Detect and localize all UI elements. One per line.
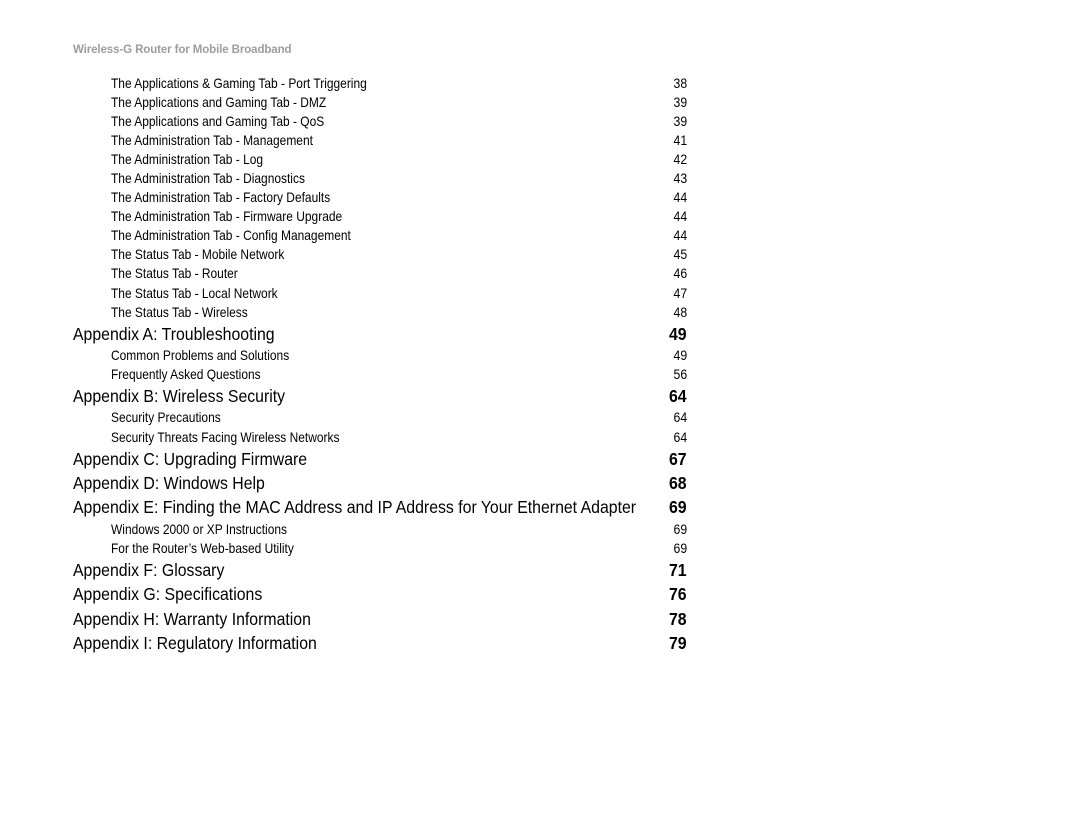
toc-entry-title: The Administration Tab - Firmware Upgrad… — [111, 209, 343, 225]
toc-entry-title: The Status Tab - Local Network — [111, 285, 278, 301]
toc-entry-page-number: 69 — [673, 521, 687, 537]
toc-entry-page-number: 49 — [673, 348, 687, 363]
toc-entry-page-number: 45 — [673, 247, 687, 263]
toc-entry-heading[interactable]: Appendix D: Windows Help 68 — [73, 471, 687, 495]
toc-entry-heading[interactable]: Appendix G: Specifications 76 — [73, 582, 687, 606]
toc-entry-title: Common Problems and Solutions — [111, 348, 290, 363]
toc-entry[interactable]: Security Threats Facing Wireless Network… — [73, 428, 687, 447]
toc-entry-title: Appendix B: Wireless Security — [73, 386, 286, 407]
toc-entry-page-number: 44 — [673, 209, 687, 225]
toc-entry-page-number: 47 — [673, 285, 687, 301]
toc-entry[interactable]: The Status Tab - Wireless 48 — [73, 303, 687, 322]
toc-entry-page-number: 44 — [673, 190, 687, 206]
toc-entry-title: The Administration Tab - Log — [111, 152, 264, 168]
toc-entry-page-number: 79 — [669, 633, 687, 654]
toc-entry-page-number: 69 — [673, 540, 687, 556]
toc-entry-title: The Status Tab - Mobile Network — [111, 247, 285, 263]
toc-entry-page-number: 67 — [669, 448, 687, 469]
toc-entry-page-number: 76 — [669, 584, 687, 605]
toc-entry-title: The Administration Tab - Config Manageme… — [111, 228, 351, 244]
toc-entry-heading[interactable]: Appendix A: Troubleshooting 49 — [73, 322, 687, 346]
toc-entry[interactable]: The Administration Tab - Diagnostics 43 — [73, 169, 687, 188]
toc-entry-heading[interactable]: Appendix H: Warranty Information 78 — [73, 607, 687, 631]
toc-entry-heading[interactable]: Appendix F: Glossary 71 — [73, 558, 687, 582]
toc-entry[interactable]: The Administration Tab - Firmware Upgrad… — [73, 207, 687, 226]
toc-entry-page-number: 48 — [673, 304, 687, 320]
toc-entry-heading[interactable]: Appendix B: Wireless Security 64 — [73, 384, 687, 408]
toc-entry-page-number: 43 — [673, 171, 687, 187]
toc-entry-title: The Administration Tab - Diagnostics — [111, 171, 305, 187]
toc-entry-title: The Applications and Gaming Tab - DMZ — [111, 95, 327, 111]
toc-entry[interactable]: The Applications and Gaming Tab - QoS 39 — [73, 112, 687, 131]
toc-entry-title: The Applications & Gaming Tab - Port Tri… — [111, 76, 367, 91]
running-header: Wireless-G Router for Mobile Broadband — [73, 44, 292, 56]
toc-entry-page-number: 56 — [673, 367, 687, 383]
toc-entry[interactable]: The Applications & Gaming Tab - Port Tri… — [73, 74, 687, 93]
toc-entry-page-number: 78 — [669, 608, 687, 629]
toc-entry-title: The Status Tab - Router — [111, 266, 238, 282]
toc-entry-page-number: 39 — [673, 114, 687, 130]
toc-entry[interactable]: The Administration Tab - Config Manageme… — [73, 226, 687, 245]
toc-entry-title: Appendix F: Glossary — [73, 559, 225, 580]
toc-entry-heading[interactable]: Appendix I: Regulatory Information 79 — [73, 631, 687, 655]
toc-entry-title: Appendix I: Regulatory Information — [73, 633, 317, 654]
toc-entry-title: Frequently Asked Questions — [111, 367, 261, 383]
toc-entry-title: Appendix H: Warranty Information — [73, 608, 311, 629]
toc-entry[interactable]: Common Problems and Solutions 49 — [73, 346, 687, 365]
toc-entry-page-number: 69 — [669, 497, 687, 518]
toc-entry-title: Appendix A: Troubleshooting — [73, 323, 275, 344]
toc-entry-page-number: 42 — [673, 152, 687, 168]
toc-entry-title: The Status Tab - Wireless — [111, 304, 248, 320]
toc-entry-page-number: 41 — [673, 133, 687, 149]
table-of-contents: The Applications & Gaming Tab - Port Tri… — [73, 74, 687, 655]
toc-entry-page-number: 71 — [669, 559, 687, 580]
toc-entry-title: Security Precautions — [111, 410, 221, 426]
toc-entry-title: Appendix G: Specifications — [73, 584, 263, 605]
toc-entry[interactable]: The Administration Tab - Factory Default… — [73, 188, 687, 207]
toc-entry-page-number: 38 — [673, 76, 687, 91]
toc-entry[interactable]: Frequently Asked Questions 56 — [73, 365, 687, 384]
toc-entry-page-number: 49 — [669, 323, 687, 344]
toc-entry[interactable]: The Status Tab - Local Network 47 — [73, 284, 687, 303]
document-page: Wireless-G Router for Mobile Broadband T… — [0, 0, 1080, 834]
toc-entry-title: The Administration Tab - Factory Default… — [111, 190, 331, 206]
toc-entry-page-number: 64 — [673, 410, 687, 426]
toc-entry-title: The Applications and Gaming Tab - QoS — [111, 114, 325, 130]
toc-entry-page-number: 44 — [673, 228, 687, 244]
toc-entry-page-number: 68 — [669, 472, 687, 493]
toc-entry-title: The Administration Tab - Management — [111, 133, 313, 149]
toc-entry-page-number: 64 — [669, 386, 687, 407]
toc-entry-title: For the Router’s Web-based Utility — [111, 540, 294, 556]
toc-entry-page-number: 64 — [673, 429, 687, 445]
toc-entry-page-number: 39 — [673, 95, 687, 111]
toc-entry[interactable]: Security Precautions 64 — [73, 408, 687, 427]
toc-entry-heading[interactable]: Appendix C: Upgrading Firmware 67 — [73, 447, 687, 471]
toc-entry[interactable]: The Status Tab - Router 46 — [73, 264, 687, 283]
toc-entry-title: Security Threats Facing Wireless Network… — [111, 429, 340, 445]
toc-entry-title: Appendix D: Windows Help — [73, 472, 265, 493]
toc-entry-heading[interactable]: Appendix E: Finding the MAC Address and … — [73, 495, 687, 519]
toc-entry[interactable]: The Administration Tab - Log 42 — [73, 150, 687, 169]
toc-entry-page-number: 46 — [673, 266, 687, 282]
toc-entry[interactable]: The Status Tab - Mobile Network 45 — [73, 245, 687, 264]
toc-entry-title: Appendix C: Upgrading Firmware — [73, 448, 308, 469]
toc-entry-title: Appendix E: Finding the MAC Address and … — [73, 497, 637, 518]
toc-entry[interactable]: The Applications and Gaming Tab - DMZ 39 — [73, 93, 687, 112]
toc-entry[interactable]: Windows 2000 or XP Instructions 69 — [73, 520, 687, 539]
toc-entry[interactable]: The Administration Tab - Management 41 — [73, 131, 687, 150]
toc-entry[interactable]: For the Router’s Web-based Utility 69 — [73, 539, 687, 558]
toc-entry-title: Windows 2000 or XP Instructions — [111, 521, 287, 537]
